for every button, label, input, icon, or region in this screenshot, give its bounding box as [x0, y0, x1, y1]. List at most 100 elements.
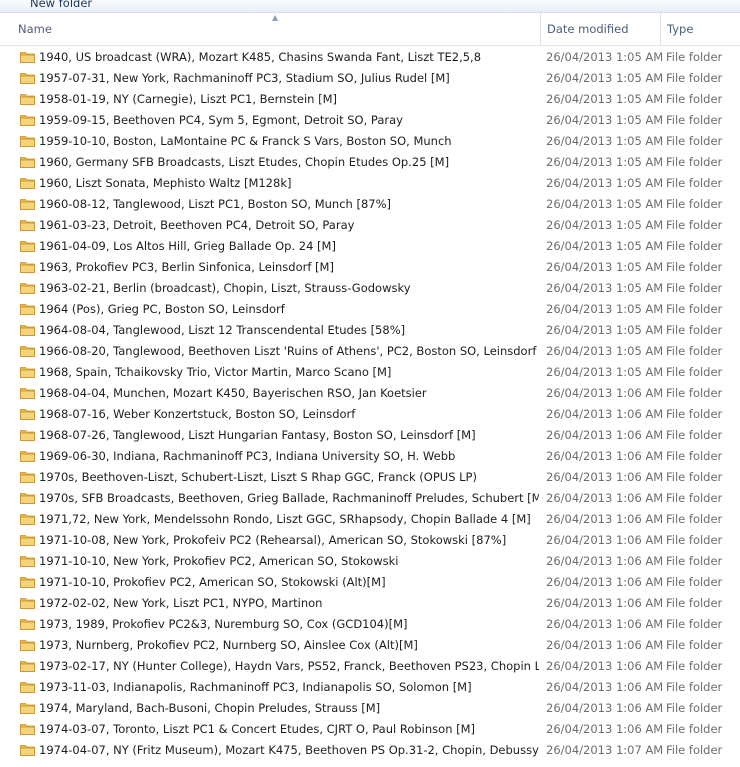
date-modified: 26/04/2013 1:06 AM — [546, 596, 664, 610]
file-row[interactable]: 1968-04-04, Munchen, Mozart K450, Bayeri… — [0, 383, 740, 404]
date-modified: 26/04/2013 1:05 AM — [546, 134, 664, 148]
file-row[interactable]: 1969-06-30, Indiana, Rachmaninoff PC3, I… — [0, 446, 740, 467]
folder-icon — [20, 493, 35, 504]
column-header-date-modified[interactable]: Date modified — [540, 13, 660, 45]
file-type: File folder — [666, 680, 723, 694]
folder-icon — [20, 682, 35, 693]
date-modified: 26/04/2013 1:05 AM — [546, 365, 664, 379]
file-type: File folder — [666, 218, 723, 232]
file-name: 1968, Spain, Tchaikovsky Trio, Victor Ma… — [39, 365, 392, 379]
folder-icon — [20, 73, 35, 84]
date-modified: 26/04/2013 1:05 AM — [546, 155, 664, 169]
file-type: File folder — [666, 428, 723, 442]
file-name: 1974-03-07, Toronto, Liszt PC1 & Concert… — [39, 722, 476, 736]
file-name: 1972-02-02, New York, Liszt PC1, NYPO, M… — [39, 596, 323, 610]
column-header-bar: ▲ Name Date modified Type — [0, 13, 740, 46]
file-type: File folder — [666, 491, 723, 505]
file-name: 1960, Liszt Sonata, Mephisto Waltz [M128… — [39, 176, 292, 190]
file-name: 1973, Nurnberg, Prokofiev PC2, Nurnberg … — [39, 638, 418, 652]
file-row[interactable]: 1966-08-20, Tanglewood, Beethoven Liszt … — [0, 341, 740, 362]
file-row[interactable]: 1970s, SFB Broadcasts, Beethoven, Grieg … — [0, 488, 740, 509]
file-name: 1971,72, New York, Mendelssohn Rondo, Li… — [39, 512, 531, 526]
date-modified: 26/04/2013 1:05 AM — [546, 92, 664, 106]
file-row[interactable]: 1971,72, New York, Mendelssohn Rondo, Li… — [0, 509, 740, 530]
file-row[interactable]: 1959-09-15, Beethoven PC4, Sym 5, Egmont… — [0, 110, 740, 131]
file-type: File folder — [666, 239, 723, 253]
file-row[interactable]: 1973-02-17, NY (Hunter College), Haydn V… — [0, 656, 740, 677]
file-row[interactable]: 1960, Liszt Sonata, Mephisto Waltz [M128… — [0, 173, 740, 194]
file-row[interactable]: 1973, 1989, Prokofiev PC2&3, Nuremburg S… — [0, 614, 740, 635]
file-row[interactable]: 1970s, Beethoven-Liszt, Schubert-Liszt, … — [0, 467, 740, 488]
file-row[interactable]: 1960, Germany SFB Broadcasts, Liszt Etud… — [0, 152, 740, 173]
file-row[interactable]: 1972-02-02, New York, Liszt PC1, NYPO, M… — [0, 593, 740, 614]
file-row[interactable]: 1964 (Pos), Grieg PC, Boston SO, Leinsdo… — [0, 299, 740, 320]
folder-icon — [20, 94, 35, 105]
file-row[interactable]: 1963-02-21, Berlin (broadcast), Chopin, … — [0, 278, 740, 299]
file-row[interactable]: 1961-03-23, Detroit, Beethoven PC4, Detr… — [0, 215, 740, 236]
date-modified: 26/04/2013 1:06 AM — [546, 701, 664, 715]
file-row[interactable]: 1968-07-16, Weber Konzertstuck, Boston S… — [0, 404, 740, 425]
date-modified: 26/04/2013 1:05 AM — [546, 302, 664, 316]
folder-icon — [20, 325, 35, 336]
file-row[interactable]: 1964-08-04, Tanglewood, Liszt 12 Transce… — [0, 320, 740, 341]
file-row[interactable]: 1968, Spain, Tchaikovsky Trio, Victor Ma… — [0, 362, 740, 383]
file-type: File folder — [666, 449, 723, 463]
file-row[interactable]: 1957-07-31, New York, Rachmaninoff PC3, … — [0, 68, 740, 89]
file-name: 1959-10-10, Boston, LaMontaine PC & Fran… — [39, 134, 452, 148]
file-row[interactable]: 1974, Maryland, Bach-Busoni, Chopin Prel… — [0, 698, 740, 719]
folder-icon — [20, 430, 35, 441]
file-type: File folder — [666, 260, 723, 274]
date-modified: 26/04/2013 1:06 AM — [546, 722, 664, 736]
file-row[interactable]: 1974-03-07, Toronto, Liszt PC1 & Concert… — [0, 719, 740, 740]
folder-icon — [20, 304, 35, 315]
column-header-type[interactable]: Type — [660, 13, 740, 45]
file-row[interactable]: 1940, US broadcast (WRA), Mozart K485, C… — [0, 47, 740, 68]
file-name: 1959-09-15, Beethoven PC4, Sym 5, Egmont… — [39, 113, 403, 127]
file-name: 1961-04-09, Los Altos Hill, Grieg Ballad… — [39, 239, 336, 253]
date-modified: 26/04/2013 1:05 AM — [546, 197, 664, 211]
folder-icon — [20, 388, 35, 399]
file-name: 1968-07-26, Tanglewood, Liszt Hungarian … — [39, 428, 476, 442]
file-row[interactable]: 1971-10-08, New York, Prokofeiv PC2 (Reh… — [0, 530, 740, 551]
file-name: 1973-02-17, NY (Hunter College), Haydn V… — [39, 659, 539, 673]
file-row[interactable]: 1963, Prokofiev PC3, Berlin Sinfonica, L… — [0, 257, 740, 278]
file-row[interactable]: 1971-10-10, Prokofiev PC2, American SO, … — [0, 572, 740, 593]
date-modified: 26/04/2013 1:05 AM — [546, 50, 664, 64]
file-name: 1964 (Pos), Grieg PC, Boston SO, Leinsdo… — [39, 302, 285, 316]
file-type: File folder — [666, 134, 723, 148]
date-modified: 26/04/2013 1:05 AM — [546, 218, 664, 232]
file-row[interactable]: 1971-10-10, New York, Prokofiev PC2, Ame… — [0, 551, 740, 572]
file-row[interactable]: 1968-07-26, Tanglewood, Liszt Hungarian … — [0, 425, 740, 446]
file-row[interactable]: 1961-04-09, Los Altos Hill, Grieg Ballad… — [0, 236, 740, 257]
file-name: 1960-08-12, Tanglewood, Liszt PC1, Bosto… — [39, 197, 392, 211]
file-type: File folder — [666, 386, 723, 400]
date-modified: 26/04/2013 1:05 AM — [546, 113, 664, 127]
file-name: 1960, Germany SFB Broadcasts, Liszt Etud… — [39, 155, 450, 169]
file-type: File folder — [666, 176, 723, 190]
file-name: 1971-10-10, New York, Prokofiev PC2, Ame… — [39, 554, 399, 568]
file-type: File folder — [666, 281, 723, 295]
folder-icon — [20, 577, 35, 588]
file-type: File folder — [666, 113, 723, 127]
file-row[interactable]: 1959-10-10, Boston, LaMontaine PC & Fran… — [0, 131, 740, 152]
folder-icon — [20, 262, 35, 273]
new-folder-button[interactable]: New folder — [30, 0, 92, 10]
column-header-name[interactable]: Name — [12, 13, 540, 45]
file-name: 1968-07-16, Weber Konzertstuck, Boston S… — [39, 407, 356, 421]
date-modified: 26/04/2013 1:06 AM — [546, 659, 664, 673]
folder-icon — [20, 598, 35, 609]
date-modified: 26/04/2013 1:06 AM — [546, 407, 664, 421]
folder-icon — [20, 619, 35, 630]
folder-icon — [20, 178, 35, 189]
file-list: 1940, US broadcast (WRA), Mozart K485, C… — [0, 47, 740, 761]
file-name: 1963, Prokofiev PC3, Berlin Sinfonica, L… — [39, 260, 334, 274]
file-row[interactable]: 1960-08-12, Tanglewood, Liszt PC1, Bosto… — [0, 194, 740, 215]
file-name: 1957-07-31, New York, Rachmaninoff PC3, … — [39, 71, 450, 85]
file-row[interactable]: 1958-01-19, NY (Carnegie), Liszt PC1, Be… — [0, 89, 740, 110]
file-row[interactable]: 1973, Nurnberg, Prokofiev PC2, Nurnberg … — [0, 635, 740, 656]
folder-icon — [20, 220, 35, 231]
file-type: File folder — [666, 533, 723, 547]
date-modified: 26/04/2013 1:06 AM — [546, 680, 664, 694]
file-row[interactable]: 1974-04-07, NY (Fritz Museum), Mozart K4… — [0, 740, 740, 761]
file-row[interactable]: 1973-11-03, Indianapolis, Rachmaninoff P… — [0, 677, 740, 698]
